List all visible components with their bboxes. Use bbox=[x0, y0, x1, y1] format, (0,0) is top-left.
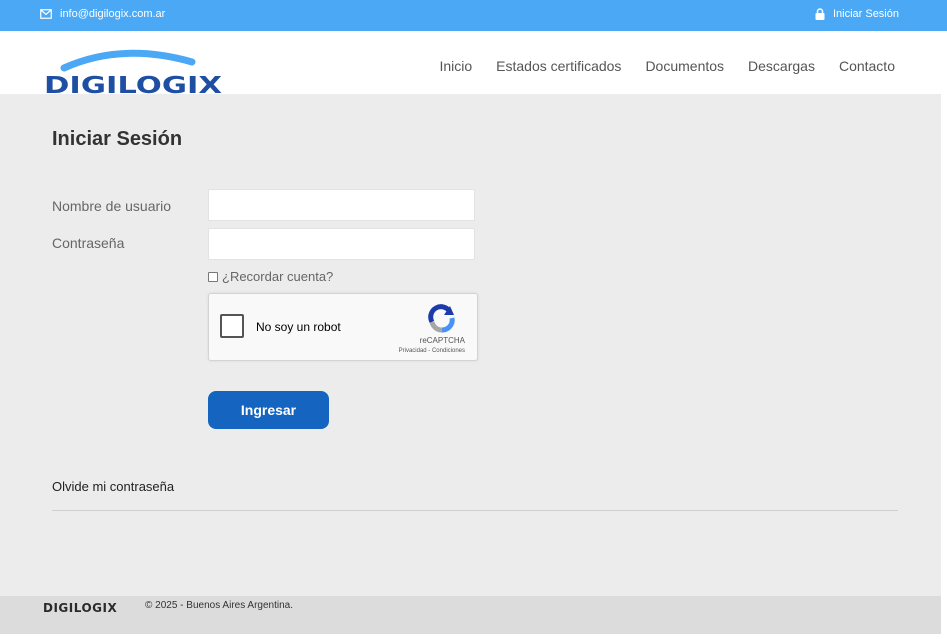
remember-checkbox[interactable] bbox=[208, 271, 218, 282]
divider bbox=[52, 510, 898, 511]
nav-estados-certificados[interactable]: Estados certificados bbox=[496, 58, 621, 74]
recaptcha-checkbox[interactable] bbox=[220, 314, 244, 338]
recaptcha-icon bbox=[426, 304, 458, 334]
top-login-label: Iniciar Sesión bbox=[832, 8, 899, 20]
site-footer: DIGILOGIX © 2025 - Buenos Aires Argentin… bbox=[0, 596, 941, 634]
forgot-password-link[interactable]: Olvide mi contraseña bbox=[52, 479, 174, 494]
username-input[interactable] bbox=[208, 189, 475, 221]
nav-documentos[interactable]: Documentos bbox=[645, 58, 724, 74]
recaptcha-widget: No soy un robot reCAPTCHA Privacidad - C… bbox=[208, 293, 478, 361]
nav-descargas[interactable]: Descargas bbox=[748, 58, 815, 74]
remember-label: ¿Recordar cuenta? bbox=[222, 269, 334, 284]
nav-contacto[interactable]: Contacto bbox=[839, 58, 895, 74]
logo-text: DIGILOGIX bbox=[44, 73, 222, 94]
login-section: Iniciar Sesión Nombre de usuario Contras… bbox=[0, 94, 941, 596]
ingresar-button[interactable]: Ingresar bbox=[208, 391, 329, 429]
contact-email-text: info@digilogix.com.ar bbox=[60, 8, 166, 20]
site-header: DIGILOGIX Inicio Estados certificados Do… bbox=[0, 31, 941, 99]
top-login-link[interactable]: Iniciar Sesión bbox=[815, 8, 899, 20]
page-title: Iniciar Sesión bbox=[52, 128, 183, 150]
password-label: Contraseña bbox=[52, 235, 125, 251]
footer-copyright: © 2025 - Buenos Aires Argentina. bbox=[145, 600, 294, 611]
contact-email[interactable]: info@digilogix.com.ar bbox=[40, 8, 165, 20]
password-input[interactable] bbox=[208, 228, 475, 260]
username-label: Nombre de usuario bbox=[52, 198, 172, 214]
footer-logo: DIGILOGIX bbox=[43, 601, 118, 615]
recaptcha-links[interactable]: Privacidad - Condiciones bbox=[399, 348, 465, 354]
digilogix-logo[interactable]: DIGILOGIX bbox=[42, 46, 227, 99]
envelope-icon bbox=[40, 9, 52, 19]
recaptcha-text: No soy un robot bbox=[256, 320, 341, 334]
top-bar: info@digilogix.com.ar Iniciar Sesión bbox=[0, 0, 947, 31]
remember-account[interactable]: ¿Recordar cuenta? bbox=[208, 269, 333, 284]
lock-icon bbox=[815, 8, 825, 20]
nav-inicio[interactable]: Inicio bbox=[439, 58, 472, 74]
recaptcha-brand: reCAPTCHA bbox=[419, 336, 465, 345]
main-nav: Inicio Estados certificados Documentos D… bbox=[439, 58, 895, 74]
